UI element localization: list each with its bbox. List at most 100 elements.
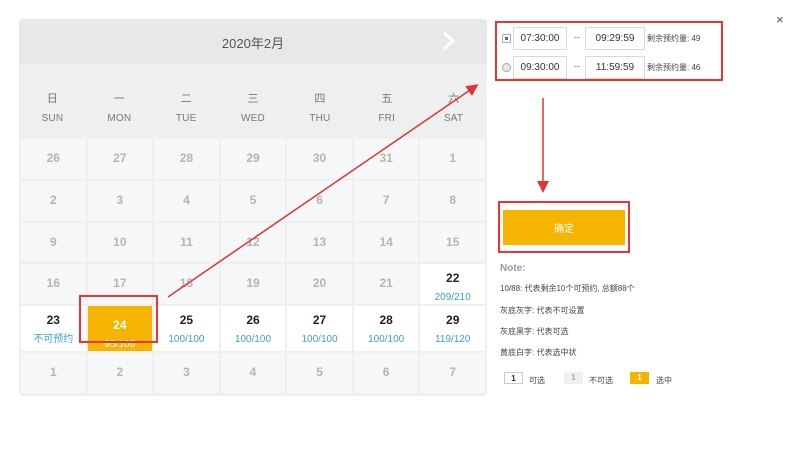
day-number: 27 [312,313,327,328]
day-cell: 27 [87,139,153,179]
weekday-zh: 四 [314,93,326,105]
slot-start-time: 07:30:00 [513,27,567,50]
confirm-button[interactable]: 确定 [503,210,625,245]
day-cell: 31 [353,139,419,179]
day-cell[interactable]: 26 100/100 [220,306,286,352]
slot-separator: -- [574,32,580,42]
time-slot[interactable]: 07:30:00 -- 09:29:59 剩余预约量: 49 [497,26,723,51]
day-cell: 15 [420,222,485,263]
day-number: 2 [116,365,124,380]
day-cell[interactable]: 27 100/100 [287,306,352,352]
note-title: Note: [500,263,526,274]
day-cell: 19 [220,264,286,305]
day-number: 27 [113,151,127,165]
day-number: 12 [246,234,260,249]
day-number: 6 [316,192,323,207]
calendar-header: 2020年2月 [19,19,487,64]
legend-available-swatch: 1 [504,372,523,384]
day-number: 3 [116,192,124,207]
day-number: 15 [446,234,460,249]
day-number: 29 [246,151,260,165]
weekday-header: 日 SUN 一 MON 二 TUE 三 WED 四 THU 五 FRI 六 SAT [19,88,487,130]
weekday-tue: 二 TUE [153,88,220,130]
slot-remaining: 剩余预约量: 49 [647,34,701,43]
legend-disabled-label: 不可选 [589,376,613,385]
day-cell: 10 [87,222,153,263]
day-number: 3 [183,365,190,380]
next-month-button[interactable] [439,31,459,51]
day-number: 5 [316,365,323,380]
day-number: 18 [179,276,194,291]
day-number: 2 [49,192,57,207]
day-number: 4 [249,365,257,380]
note-line: 灰底黑字: 代表可选 [500,327,569,336]
weekday-en: MON [107,113,132,124]
day-number: 16 [46,276,60,291]
day-cell: 21 [353,264,419,305]
day-cell[interactable]: 29 119/120 [420,306,485,352]
day-number: 31 [379,151,393,165]
day-cell: 29 [220,139,286,179]
day-number: 13 [312,234,327,249]
day-number: 28 [379,313,393,328]
day-cell[interactable]: 23 不可预约 [21,306,86,352]
confirm-highlight: 确定 [498,201,630,253]
day-number: 4 [183,192,190,207]
day-cell: 26 [21,139,86,179]
day-cell: 2 [21,180,86,221]
day-number: 7 [449,365,457,380]
day-capacity: 100/100 [368,334,405,346]
day-number: 26 [246,313,260,328]
day-capacity: 119/120 [435,334,471,346]
weekday-mon: 一 MON [86,88,153,130]
weekday-thu: 四 THU [286,88,353,130]
note-line: 10/88: 代表剩余10个可预约, 总额88个 [500,284,635,293]
day-cell: 4 [154,180,219,221]
day-cell: 1 [420,139,485,179]
day-cell: 13 [287,222,352,263]
day-capacity: 209/210 [434,292,471,304]
legend-selected-swatch: 1 [630,372,649,384]
slot-remaining: 剩余预约量: 46 [647,63,701,72]
day-number: 1 [49,365,57,380]
weekday-en: TUE [175,113,197,124]
day-number: 17 [113,276,127,291]
time-slot[interactable]: 09:30:00 -- 11:59:59 剩余预约量: 46 [497,55,723,80]
note-line: 黄底白字: 代表选中状 [500,348,577,357]
day-cell: 4 [220,353,286,393]
day-cell[interactable]: 25 100/100 [154,306,219,352]
day-cell: 6 [353,353,419,393]
day-number: 26 [46,151,60,165]
day-cell[interactable]: 28 100/100 [353,306,419,352]
legend-disabled-swatch: 1 [564,372,583,384]
day-cell: 9 [21,222,86,263]
day-capacity: 100/100 [301,334,338,346]
day-number: 7 [382,192,390,207]
day-cell[interactable]: 22 209/210 [420,264,485,305]
weekday-en: WED [241,113,265,124]
weekday-zh: 二 [180,93,192,105]
day-number: 11 [180,234,193,249]
weekday-zh: 五 [381,93,393,105]
day-cell: 2 [87,353,153,393]
day-number: 25 [179,313,194,328]
slot-end-time: 09:29:59 [585,27,645,50]
slot-start-time: 09:30:00 [513,56,567,79]
day-number: 30 [312,151,327,165]
day-cell: 8 [420,180,485,221]
day-number: 28 [179,151,194,165]
weekday-en: SUN [41,113,64,124]
weekday-fri: 五 FRI [353,88,420,130]
day-number: 21 [379,276,393,291]
close-button[interactable]: × [776,12,784,27]
month-title: 2020年2月 [221,36,285,51]
day-cell: 14 [353,222,419,263]
slot-radio[interactable] [502,63,511,72]
weekday-en: THU [309,113,331,124]
note-line: 灰底灰字: 代表不可设置 [500,306,585,315]
slot-radio[interactable] [502,34,511,43]
slot-separator: -- [574,61,580,71]
day-cell: 11 [154,222,219,263]
slot-end-time: 11:59:59 [585,56,645,79]
day-capacity: 不可预约 [33,334,74,346]
